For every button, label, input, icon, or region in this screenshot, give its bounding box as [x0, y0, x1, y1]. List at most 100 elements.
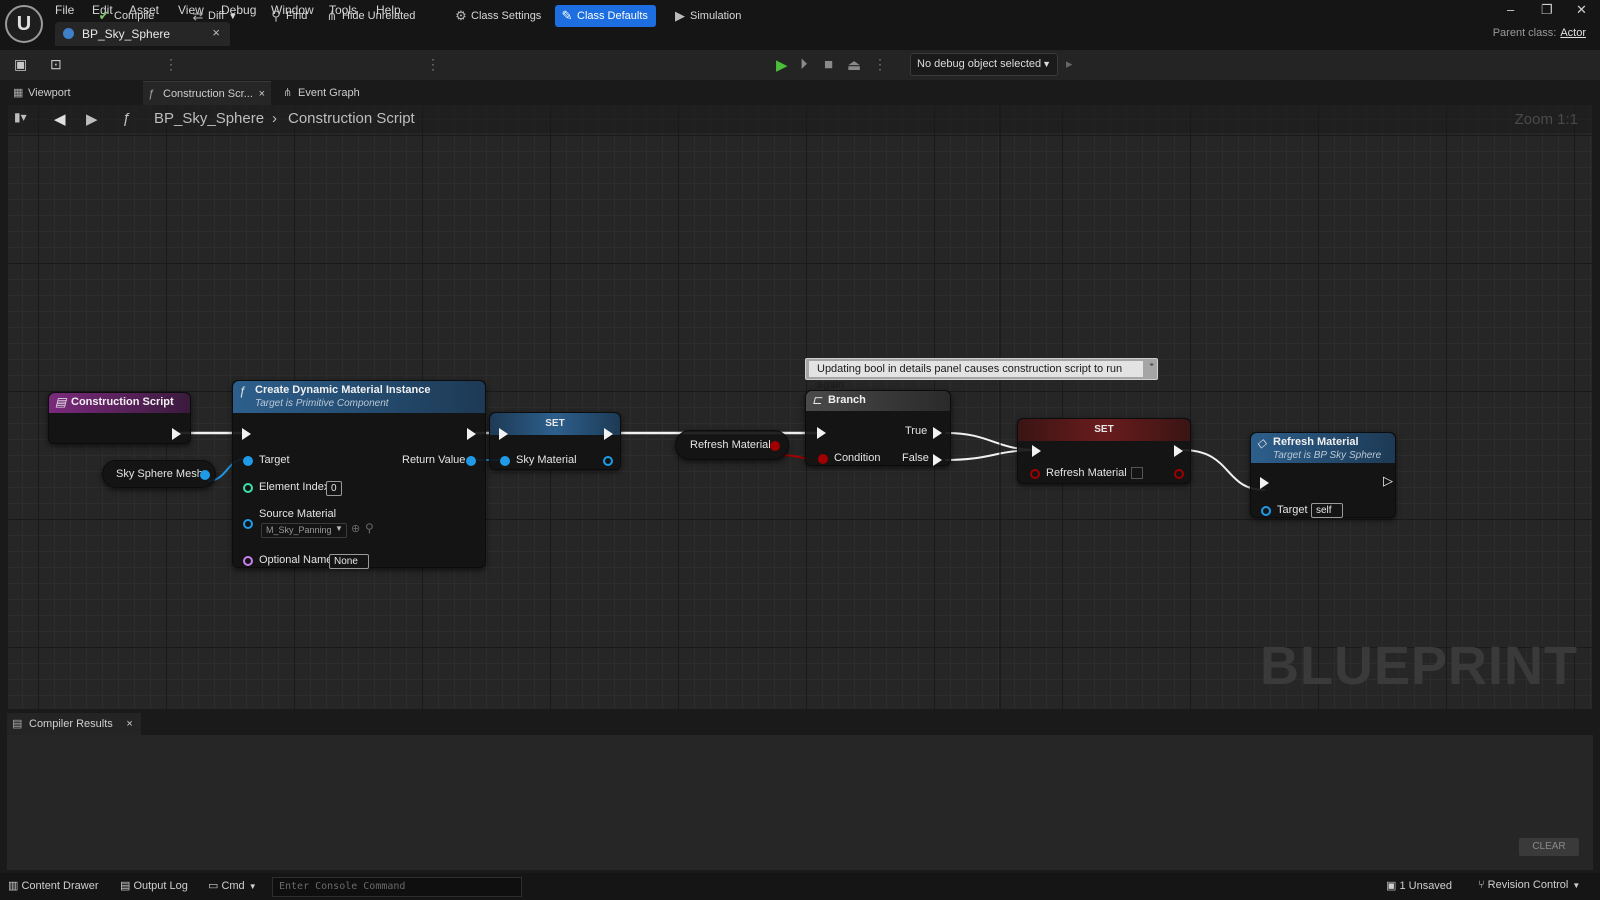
eject-icon[interactable]: ⏏ — [847, 56, 861, 74]
comment-bubble[interactable]: Updating bool in details panel causes co… — [805, 358, 1158, 391]
source-material-pin[interactable] — [243, 519, 253, 529]
refresh-material-getter-node[interactable]: Refresh Material — [675, 430, 789, 460]
menu-file[interactable]: File — [55, 3, 74, 17]
diff-button[interactable]: ⇄ Diff ▼ — [186, 5, 238, 27]
exec-out-pin[interactable] — [172, 428, 181, 440]
class-defaults-label: Class Defaults — [577, 10, 648, 22]
construction-script-node[interactable]: ▤ Construction Script — [48, 392, 191, 444]
true-exec-pin[interactable] — [933, 427, 942, 439]
restore-button[interactable]: ❐ — [1541, 2, 1553, 18]
node-header: ▤ Construction Script — [49, 393, 190, 413]
false-exec-pin[interactable] — [933, 454, 942, 466]
compiler-icon: ▤ — [12, 718, 23, 730]
return-value-pin[interactable] — [466, 456, 476, 466]
find-icon: ⚲ — [271, 8, 281, 23]
exec-out-pin[interactable] — [1174, 445, 1183, 457]
bool-out-pin[interactable] — [770, 441, 780, 451]
find-button[interactable]: ⚲ Find — [264, 5, 307, 27]
refresh-material-checkbox[interactable] — [1131, 467, 1143, 479]
element-index-pin[interactable] — [243, 483, 253, 493]
viewport-icon: ▦ — [13, 87, 24, 99]
content-drawer-button[interactable]: ▥ Content Drawer — [8, 879, 99, 892]
unreal-logo-icon[interactable]: U — [5, 5, 43, 43]
compiler-results-panel: CLEAR — [7, 735, 1593, 870]
function-icon: ƒ — [239, 384, 246, 398]
element-index-input[interactable]: 0 — [326, 481, 342, 496]
browse-asset-icon[interactable]: ⚲ — [365, 521, 374, 535]
stop-icon[interactable]: ■ — [824, 56, 833, 73]
class-settings-button[interactable]: ⚙ Class Settings — [449, 5, 541, 27]
blueprint-graph[interactable]: ▮▾ ◀ ▶ ƒ BP_Sky_Sphere › Construction Sc… — [8, 105, 1592, 709]
step-icon[interactable]: ⏵ — [800, 56, 808, 73]
compile-button[interactable]: ✔ Compile — [92, 5, 155, 27]
cmd-label: Cmd — [221, 880, 245, 892]
save-icon[interactable]: ▣ — [14, 56, 27, 73]
console-command-input[interactable]: Enter Console Command — [272, 877, 522, 897]
tab-viewport[interactable]: ▦ Viewport — [8, 81, 138, 105]
condition-pin[interactable] — [818, 454, 828, 464]
target-pin[interactable] — [1261, 506, 1271, 516]
refresh-material-call-node[interactable]: ◇ Refresh Material Target is BP Sky Sphe… — [1250, 432, 1396, 518]
hide-options-icon[interactable]: ⋮ — [426, 56, 440, 73]
exec-in-pin[interactable] — [1260, 477, 1269, 489]
sky-material-pin[interactable] — [500, 456, 510, 466]
exec-in-pin[interactable] — [817, 427, 826, 439]
create-dynamic-material-instance-node[interactable]: ƒ Create Dynamic Material Instance Targe… — [232, 380, 486, 569]
close-window-button[interactable]: ✕ — [1576, 2, 1587, 18]
class-defaults-button[interactable]: ✎ Class Defaults — [555, 5, 656, 27]
function-icon: ƒ — [148, 88, 155, 100]
compiler-results-tab[interactable]: ▤ Compiler Results × — [7, 713, 141, 735]
exec-out-pin[interactable] — [604, 428, 613, 440]
set-refresh-material-node[interactable]: SET Refresh Material — [1017, 418, 1191, 484]
node-subtitle: Target is BP Sky Sphere — [1273, 450, 1382, 461]
sky-sphere-mesh-node[interactable]: Sky Sphere Mesh — [102, 460, 216, 488]
output-log-button[interactable]: ▤ Output Log — [120, 879, 188, 892]
return-value-label: Return Value — [402, 454, 466, 466]
menu-bar: U File Edit Asset View Debug Window Tool… — [0, 0, 1600, 50]
compile-options-icon[interactable]: ⋮ — [164, 56, 178, 73]
tab-event-graph[interactable]: ⋔ Event Graph — [278, 81, 378, 105]
close-tab-icon[interactable]: × — [212, 25, 220, 40]
compile-icon: ✔ — [98, 8, 110, 23]
pin-comment-icon[interactable]: ⌖ — [1149, 360, 1154, 370]
sky-material-out-pin[interactable] — [603, 456, 613, 466]
debug-object-select[interactable]: No debug object selected ▼ — [910, 53, 1058, 76]
target-pin[interactable] — [243, 456, 253, 466]
function-call-icon: ◇ — [1257, 436, 1267, 450]
minimize-button[interactable]: – — [1507, 2, 1514, 17]
false-label: False — [902, 452, 929, 464]
play-icon[interactable]: ▶ — [776, 56, 788, 74]
tab-construction-script[interactable]: ƒ Construction Scr... × — [143, 81, 271, 105]
optional-name-input[interactable]: None — [329, 554, 369, 569]
close-tab-icon[interactable]: × — [259, 82, 265, 106]
gear-icon: ⚙ — [455, 8, 467, 23]
exec-in-pin[interactable] — [242, 428, 251, 440]
document-tab-label: BP_Sky_Sphere — [82, 27, 171, 41]
set-sky-material-node[interactable]: SET Sky Material — [489, 412, 621, 470]
hide-unrelated-icon: ⋔ — [326, 8, 338, 23]
exec-in-pin[interactable] — [499, 428, 508, 440]
play-options-icon[interactable]: ⋮ — [873, 56, 887, 73]
object-out-pin[interactable] — [200, 470, 210, 480]
clear-button[interactable]: CLEAR — [1519, 838, 1579, 856]
unsaved-icon: ▣ — [1386, 880, 1400, 892]
hide-unrelated-button[interactable]: ⋔ Hide Unrelated — [320, 5, 416, 27]
exec-in-pin[interactable] — [1032, 445, 1041, 457]
debug-browse-icon[interactable]: ▸ — [1066, 56, 1073, 72]
exec-out-pin[interactable] — [467, 428, 476, 440]
browse-icon[interactable]: ⊡ — [50, 56, 62, 73]
condition-label: Condition — [834, 452, 881, 464]
cmd-dropdown[interactable]: ▭ Cmd ▼ — [208, 879, 257, 892]
simulation-button[interactable]: ▶ Simulation — [668, 5, 741, 27]
branch-node[interactable]: ⊏ Branch True Condition False — [805, 390, 951, 466]
refresh-material-out-pin[interactable] — [1174, 469, 1184, 479]
revision-control-button[interactable]: ⑂ Revision Control ▼ — [1478, 879, 1580, 891]
parent-class-link[interactable]: Actor — [1560, 27, 1586, 39]
use-selected-icon[interactable]: ⊕ — [351, 522, 360, 535]
chevron-down-icon: ▼ — [228, 11, 238, 21]
close-tab-icon[interactable]: × — [126, 713, 132, 735]
optional-name-pin[interactable] — [243, 556, 253, 566]
target-self-value: self — [1311, 503, 1343, 518]
unsaved-button[interactable]: ▣ 1 Unsaved — [1386, 879, 1452, 892]
refresh-material-pin[interactable] — [1030, 469, 1040, 479]
